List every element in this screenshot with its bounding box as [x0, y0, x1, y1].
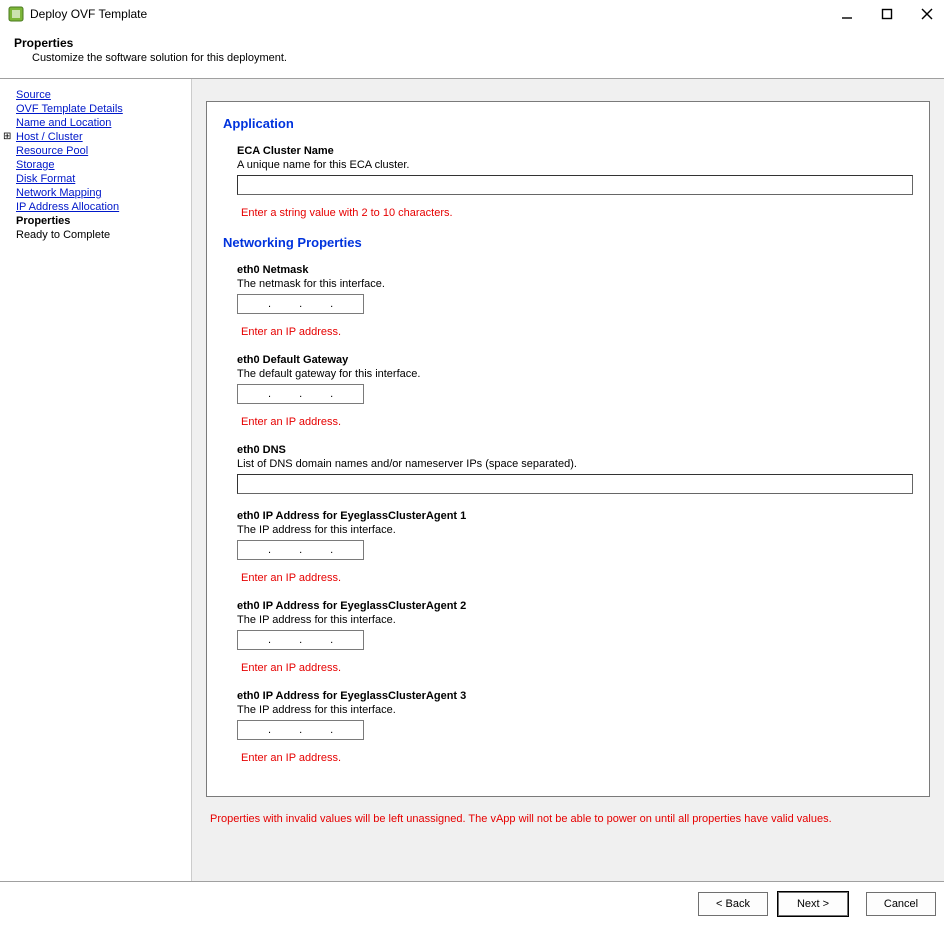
eca-cluster-name-input[interactable]: [237, 175, 913, 195]
eth0-dns-desc: List of DNS domain names and/or nameserv…: [237, 458, 913, 470]
wizard-header: Properties Customize the software soluti…: [0, 28, 944, 78]
eth0-agent3-warning: Enter an IP address.: [241, 752, 913, 764]
eth0-agent3-desc: The IP address for this interface.: [237, 704, 913, 716]
sidebar-item-disk-format[interactable]: Disk Format: [16, 173, 183, 185]
section-networking: Networking Properties: [223, 235, 913, 250]
field-eth0-agent2: eth0 IP Address for EyeglassClusterAgent…: [237, 600, 913, 674]
eth0-netmask-label: eth0 Netmask: [237, 264, 913, 276]
eth0-dns-label: eth0 DNS: [237, 444, 913, 456]
eth0-gateway-warning: Enter an IP address.: [241, 416, 913, 428]
field-eca-cluster-name: ECA Cluster Name A unique name for this …: [237, 145, 913, 219]
wizard-steps-sidebar: Source OVF Template Details Name and Loc…: [0, 79, 192, 881]
close-button[interactable]: [918, 5, 936, 23]
eth0-gateway-label: eth0 Default Gateway: [237, 354, 913, 366]
eth0-dns-input[interactable]: [237, 474, 913, 494]
sidebar-item-properties: Properties: [16, 215, 183, 227]
sidebar-item-storage[interactable]: Storage: [16, 159, 183, 171]
title-bar: Deploy OVF Template: [0, 0, 944, 28]
eca-cluster-name-label: ECA Cluster Name: [237, 145, 913, 157]
maximize-button[interactable]: [878, 5, 896, 23]
eca-cluster-name-desc: A unique name for this ECA cluster.: [237, 159, 913, 171]
eth0-agent1-input[interactable]: ...: [237, 540, 364, 560]
eth0-agent2-desc: The IP address for this interface.: [237, 614, 913, 626]
window-controls: [838, 5, 936, 23]
app-icon: [8, 6, 24, 22]
eth0-agent1-warning: Enter an IP address.: [241, 572, 913, 584]
eth0-agent2-warning: Enter an IP address.: [241, 662, 913, 674]
sidebar-item-source[interactable]: Source: [16, 89, 183, 101]
field-eth0-netmask: eth0 Netmask The netmask for this interf…: [237, 264, 913, 338]
sidebar-item-ready: Ready to Complete: [16, 229, 183, 241]
page-subtitle: Customize the software solution for this…: [14, 52, 930, 64]
page-title: Properties: [14, 36, 930, 50]
window-title: Deploy OVF Template: [30, 7, 838, 21]
field-eth0-gateway: eth0 Default Gateway The default gateway…: [237, 354, 913, 428]
minimize-button[interactable]: [838, 5, 856, 23]
eth0-netmask-warning: Enter an IP address.: [241, 326, 913, 338]
sidebar-item-ovf-details[interactable]: OVF Template Details: [16, 103, 183, 115]
eth0-agent2-input[interactable]: ...: [237, 630, 364, 650]
body-area: Source OVF Template Details Name and Loc…: [0, 79, 944, 881]
field-eth0-dns: eth0 DNS List of DNS domain names and/or…: [237, 444, 913, 494]
back-button[interactable]: < Back: [698, 892, 768, 916]
eth0-gateway-input[interactable]: ...: [237, 384, 364, 404]
eth0-agent1-label: eth0 IP Address for EyeglassClusterAgent…: [237, 510, 913, 522]
next-button[interactable]: Next >: [778, 892, 848, 916]
sidebar-item-ip-allocation[interactable]: IP Address Allocation: [16, 201, 183, 213]
wizard-button-bar: < Back Next > Cancel: [0, 881, 944, 925]
eth0-agent3-label: eth0 IP Address for EyeglassClusterAgent…: [237, 690, 913, 702]
eth0-agent2-label: eth0 IP Address for EyeglassClusterAgent…: [237, 600, 913, 612]
global-validation-warning: Properties with invalid values will be l…: [206, 813, 930, 825]
eth0-agent3-input[interactable]: ...: [237, 720, 364, 740]
eth0-netmask-desc: The netmask for this interface.: [237, 278, 913, 290]
cancel-button[interactable]: Cancel: [866, 892, 936, 916]
field-eth0-agent3: eth0 IP Address for EyeglassClusterAgent…: [237, 690, 913, 764]
properties-panel: Application ECA Cluster Name A unique na…: [206, 101, 930, 797]
field-eth0-agent1: eth0 IP Address for EyeglassClusterAgent…: [237, 510, 913, 584]
sidebar-item-network-mapping[interactable]: Network Mapping: [16, 187, 183, 199]
sidebar-item-resource-pool[interactable]: Resource Pool: [16, 145, 183, 157]
sidebar-item-name-location[interactable]: Name and Location: [16, 117, 183, 129]
content-area: Application ECA Cluster Name A unique na…: [192, 79, 944, 881]
eca-cluster-name-warning: Enter a string value with 2 to 10 charac…: [241, 207, 913, 219]
section-application: Application: [223, 116, 913, 131]
eth0-agent1-desc: The IP address for this interface.: [237, 524, 913, 536]
sidebar-item-host-cluster[interactable]: Host / Cluster: [16, 131, 183, 143]
eth0-gateway-desc: The default gateway for this interface.: [237, 368, 913, 380]
eth0-netmask-input[interactable]: ...: [237, 294, 364, 314]
